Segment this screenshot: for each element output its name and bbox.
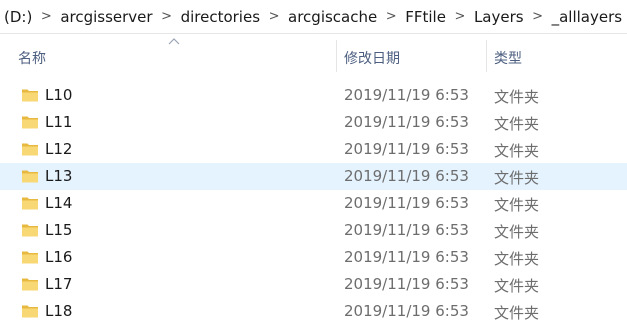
- sort-ascending-chevron-icon: [168, 38, 180, 45]
- folder-icon: [22, 251, 38, 264]
- item-type: 文件夹: [494, 277, 540, 295]
- folder-name[interactable]: L12: [45, 140, 72, 158]
- folder-name[interactable]: L13: [45, 167, 72, 185]
- item-type: 文件夹: [494, 88, 540, 106]
- item-type: 文件夹: [494, 304, 540, 322]
- folder-icon: [22, 224, 38, 237]
- date-modified: 2019/11/19 6:53: [344, 275, 469, 293]
- file-explorer-window: (D:) > arcgisserver > directories > arcg…: [0, 0, 627, 327]
- folder-icon: [22, 278, 38, 291]
- folder-name[interactable]: L15: [45, 221, 72, 239]
- date-modified: 2019/11/19 6:53: [344, 140, 469, 158]
- item-type: 文件夹: [494, 169, 540, 187]
- folder-name[interactable]: L10: [45, 86, 72, 104]
- list-item[interactable]: L13 2019/11/19 6:53 文件夹: [0, 163, 627, 190]
- file-list: L10 2019/11/19 6:53 文件夹 L11 2019/11/19 6…: [0, 82, 627, 325]
- folder-icon: [22, 170, 38, 183]
- breadcrumb-separator-icon[interactable]: >: [379, 9, 403, 24]
- item-type: 文件夹: [494, 250, 540, 268]
- address-bar[interactable]: (D:) > arcgisserver > directories > arcg…: [0, 0, 627, 34]
- breadcrumb-separator-icon[interactable]: >: [34, 9, 58, 24]
- column-divider[interactable]: [336, 40, 337, 72]
- item-type: 文件夹: [494, 223, 540, 241]
- breadcrumb-item[interactable]: arcgiscache: [286, 8, 379, 26]
- date-modified: 2019/11/19 6:53: [344, 221, 469, 239]
- folder-icon: [22, 116, 38, 129]
- list-item[interactable]: L16 2019/11/19 6:53 文件夹: [0, 244, 627, 271]
- folder-name[interactable]: L14: [45, 194, 72, 212]
- breadcrumb-item[interactable]: arcgisserver: [58, 8, 154, 26]
- date-modified: 2019/11/19 6:53: [344, 86, 469, 104]
- item-type: 文件夹: [494, 142, 540, 160]
- item-type: 文件夹: [494, 115, 540, 133]
- list-item[interactable]: L14 2019/11/19 6:53 文件夹: [0, 190, 627, 217]
- breadcrumb-item-current[interactable]: _alllayers: [550, 8, 624, 26]
- folder-icon: [22, 305, 38, 318]
- item-type: 文件夹: [494, 196, 540, 214]
- folder-name[interactable]: L18: [45, 302, 72, 320]
- breadcrumb-item[interactable]: directories: [179, 8, 262, 26]
- breadcrumb-item[interactable]: Layers: [472, 8, 526, 26]
- date-modified: 2019/11/19 6:53: [344, 194, 469, 212]
- list-item[interactable]: L10 2019/11/19 6:53 文件夹: [0, 82, 627, 109]
- date-modified: 2019/11/19 6:53: [344, 302, 469, 320]
- list-item[interactable]: L15 2019/11/19 6:53 文件夹: [0, 217, 627, 244]
- list-item[interactable]: L18 2019/11/19 6:53 文件夹: [0, 298, 627, 325]
- list-item[interactable]: L17 2019/11/19 6:53 文件夹: [0, 271, 627, 298]
- column-header-name[interactable]: 名称: [18, 48, 46, 68]
- column-divider[interactable]: [486, 40, 487, 72]
- breadcrumb-item[interactable]: FFtile: [403, 8, 448, 26]
- breadcrumb-separator-icon[interactable]: >: [155, 9, 179, 24]
- folder-name[interactable]: L16: [45, 248, 72, 266]
- list-item[interactable]: L12 2019/11/19 6:53 文件夹: [0, 136, 627, 163]
- folder-icon: [22, 143, 38, 156]
- date-modified: 2019/11/19 6:53: [344, 113, 469, 131]
- date-modified: 2019/11/19 6:53: [344, 248, 469, 266]
- breadcrumb-separator-icon[interactable]: >: [448, 9, 472, 24]
- date-modified: 2019/11/19 6:53: [344, 167, 469, 185]
- list-item[interactable]: L11 2019/11/19 6:53 文件夹: [0, 109, 627, 136]
- breadcrumb-separator-icon[interactable]: >: [526, 9, 550, 24]
- column-header-row: 名称 修改日期 类型: [0, 36, 627, 76]
- column-header-date-modified[interactable]: 修改日期: [344, 48, 400, 68]
- folder-icon: [22, 89, 38, 102]
- column-header-type[interactable]: 类型: [494, 48, 522, 68]
- folder-icon: [22, 197, 38, 210]
- folder-name[interactable]: L17: [45, 275, 72, 293]
- folder-name[interactable]: L11: [45, 113, 72, 131]
- breadcrumb-separator-icon[interactable]: >: [262, 9, 286, 24]
- breadcrumb-drive[interactable]: (D:): [0, 8, 34, 26]
